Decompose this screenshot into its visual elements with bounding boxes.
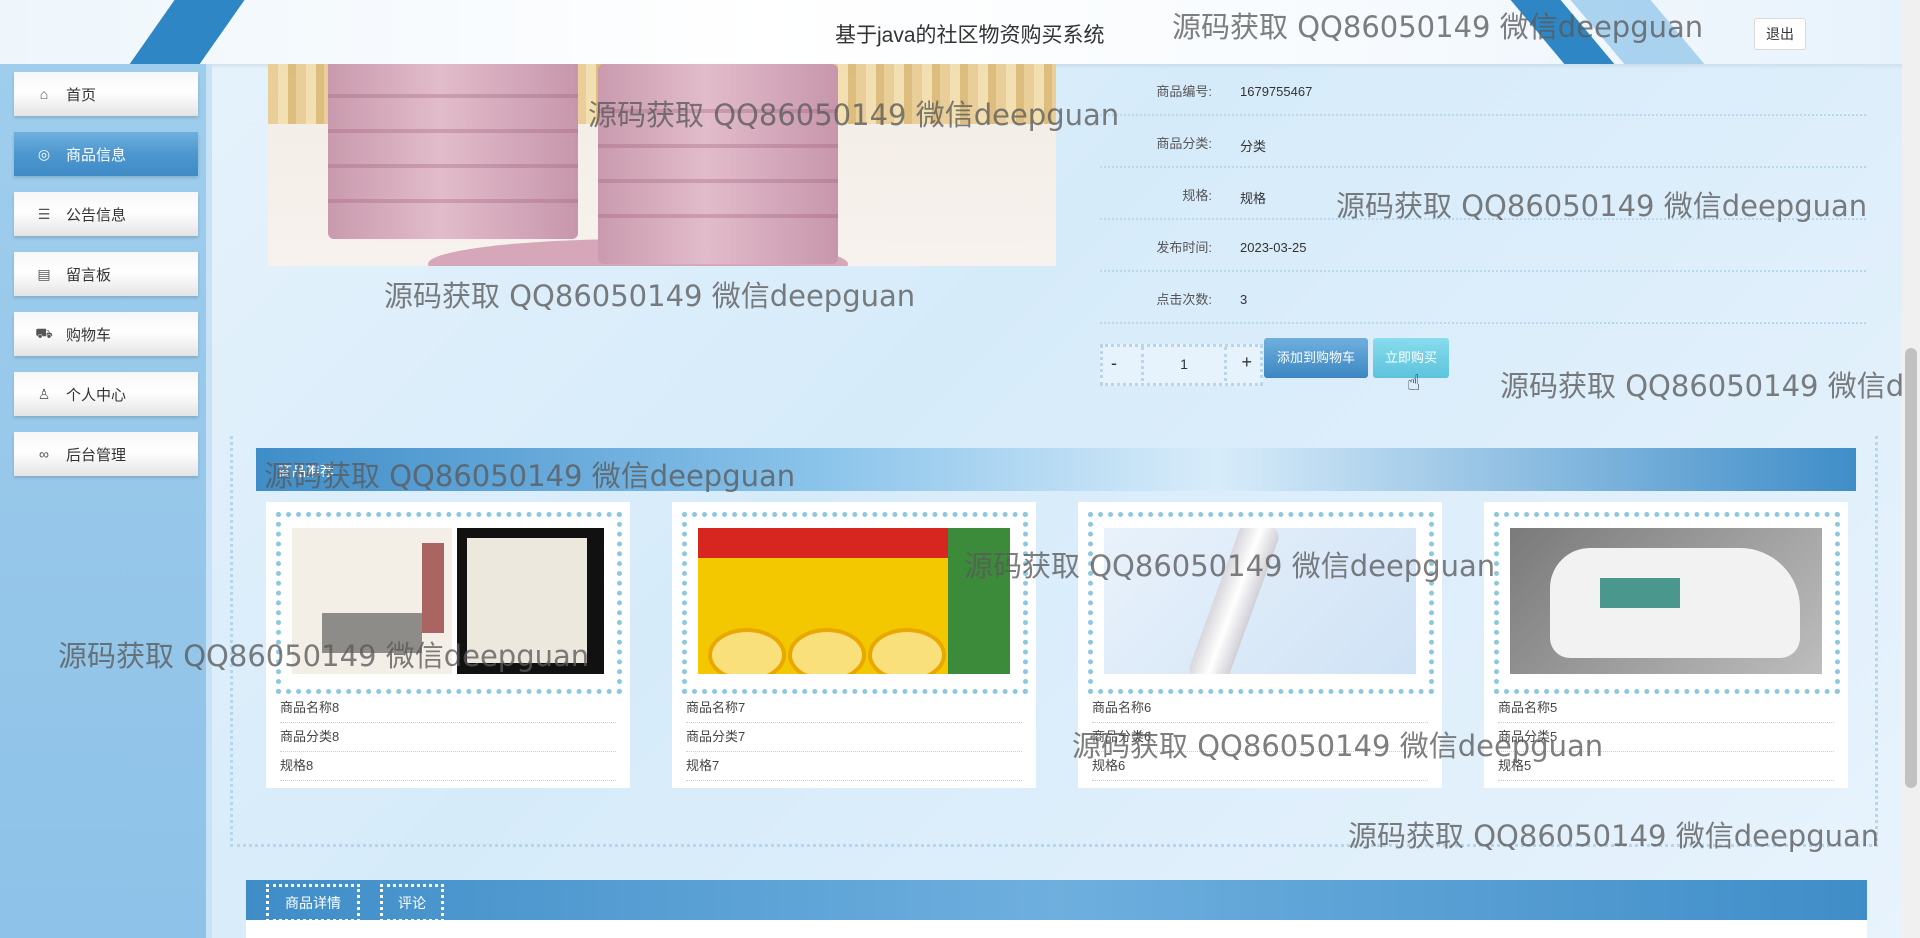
sidebar-item-label: 后台管理: [66, 446, 127, 464]
product-field-click-count: 点击次数: 3: [1100, 272, 1866, 324]
card-name: 商品名称5: [1498, 694, 1834, 723]
watermark-text: 源码获取 QQ86050149 微信deepguan: [1348, 819, 1880, 853]
watermark-text: 源码获取 QQ86050149 微信deepguan: [1172, 10, 1704, 44]
message-board-icon: ▤: [37, 265, 51, 282]
field-label: 点击次数:: [1156, 292, 1212, 307]
quantity-stepper: - 1 +: [1100, 344, 1263, 386]
watermark-text: 源码获取 QQ86050149 微信deepguan: [1072, 729, 1604, 763]
sidebar-item-admin[interactable]: ∞ 后台管理: [0, 432, 212, 482]
card-name: 商品名称7: [686, 694, 1022, 723]
watermark-text: 源码获取 QQ86050149 微信deepguan: [588, 98, 1120, 132]
cart-icon: ⛟: [35, 324, 53, 341]
sidebar-item-cart[interactable]: ⛟ 购物车: [0, 312, 212, 362]
link-icon: ∞: [39, 446, 49, 462]
sidebar-item-label: 商品信息: [66, 146, 127, 164]
field-value: 2023-03-25: [1240, 240, 1307, 255]
logout-button[interactable]: 退出: [1754, 18, 1806, 50]
scrollbar-thumb[interactable]: [1905, 348, 1917, 788]
card-spec: 规格7: [686, 752, 1022, 781]
product-field-category: 商品分类: 分类: [1100, 116, 1866, 168]
card-name: 商品名称8: [280, 694, 616, 723]
header-decoration: [111, 0, 259, 64]
field-value: 3: [1240, 292, 1248, 307]
sidebar-item-label: 个人中心: [66, 386, 127, 404]
sidebar-item-user-center[interactable]: ♙ 个人中心: [0, 372, 212, 422]
detail-tabs: 商品详情 评论: [246, 880, 1867, 922]
sidebar-item-label: 公告信息: [66, 206, 127, 224]
watermark-text: 源码获取 QQ86050149 微信deepguan: [384, 279, 916, 313]
tab-comments[interactable]: 评论: [380, 884, 444, 922]
sidebar-item-message-board[interactable]: ▤ 留言板: [0, 252, 212, 302]
watermark-text: 源码获取 QQ86050149 微信deepguan: [1500, 369, 1902, 403]
decrease-quantity-button[interactable]: -: [1111, 353, 1117, 374]
field-value: 1679755467: [1240, 84, 1313, 99]
field-label: 商品编号:: [1156, 84, 1212, 99]
add-to-cart-button[interactable]: 添加到购物车: [1264, 338, 1368, 378]
quantity-input[interactable]: 1: [1141, 347, 1227, 381]
field-label: 商品分类:: [1156, 136, 1212, 151]
tab-content: [246, 920, 1867, 938]
page-scrollbar[interactable]: [1902, 0, 1920, 938]
tab-product-details[interactable]: 商品详情: [266, 884, 360, 922]
field-label: 规格:: [1182, 188, 1212, 203]
sidebar-item-label: 首页: [66, 86, 97, 104]
notice-icon: ☰: [37, 205, 51, 222]
goods-icon: ◎: [37, 145, 51, 162]
home-icon: ⌂: [39, 86, 49, 102]
watermark-text: 源码获取 QQ86050149 微信deepguan: [964, 549, 1496, 583]
sidebar-item-label: 留言板: [66, 266, 112, 284]
increase-quantity-button[interactable]: +: [1241, 352, 1252, 373]
sidebar-item-home[interactable]: ⌂ 首页: [0, 72, 212, 122]
product-field-id: 商品编号: 1679755467: [1100, 64, 1866, 116]
sidebar-item-label: 购物车: [66, 326, 112, 344]
product-field-publish-time: 发布时间: 2023-03-25: [1100, 220, 1866, 272]
user-icon: ♙: [37, 385, 51, 402]
field-value: 分类: [1240, 139, 1267, 154]
hand-cursor-icon: ☝: [1407, 370, 1421, 395]
card-spec: 规格8: [280, 752, 616, 781]
sidebar-item-notice[interactable]: ☰ 公告信息: [0, 192, 212, 242]
app-title: 基于java的社区物资购买系统: [835, 24, 1105, 47]
sidebar-item-goods[interactable]: ◎ 商品信息: [0, 132, 212, 182]
product-thumbnail[interactable]: [1510, 528, 1822, 674]
field-label: 发布时间:: [1156, 240, 1212, 255]
watermark-text: 源码获取 QQ86050149 微信deepguan: [264, 459, 796, 493]
card-category: 商品分类7: [686, 723, 1022, 752]
sidebar: ⌂ 首页 ◎ 商品信息 ☰ 公告信息 ▤ 留言板 ⛟ 购物车 ♙ 个人中心 ∞ 后台管理: [0, 64, 212, 938]
watermark-text: 源码获取 QQ86050149 微信deepguan: [58, 639, 590, 673]
field-value: 规格: [1240, 191, 1267, 206]
card-category: 商品分类8: [280, 723, 616, 752]
watermark-text: 源码获取 QQ86050149 微信deepguan: [1336, 189, 1868, 223]
card-name: 商品名称6: [1092, 694, 1428, 723]
